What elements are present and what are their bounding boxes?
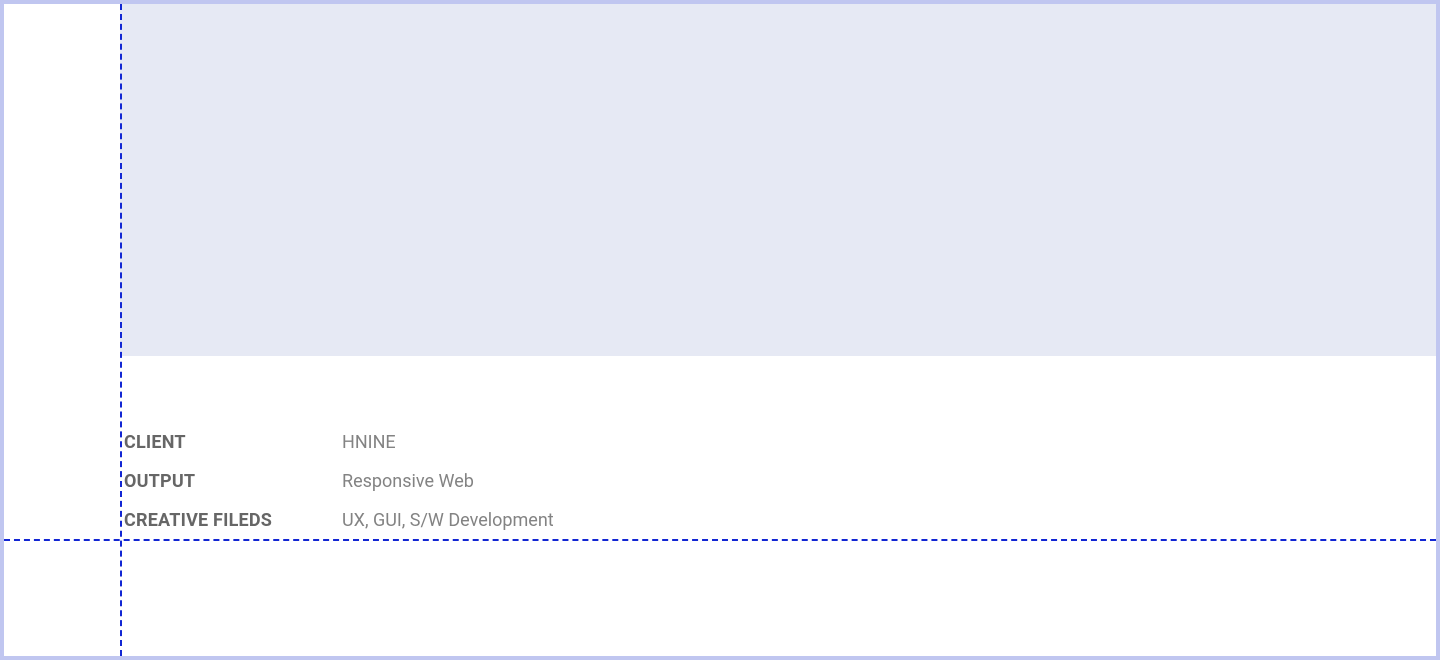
output-label: OUTPUT [124, 471, 342, 492]
info-row-output: OUTPUT Responsive Web [124, 471, 1420, 492]
creative-fields-value: UX, GUI, S/W Development [342, 510, 554, 531]
client-label: CLIENT [124, 432, 342, 453]
project-info-section: CLIENT HNINE OUTPUT Responsive Web CREAT… [124, 432, 1420, 549]
output-value: Responsive Web [342, 471, 474, 492]
content-placeholder-area [120, 4, 1436, 356]
client-value: HNINE [342, 432, 396, 453]
info-row-creative-fields: CREATIVE FILEDS UX, GUI, S/W Development [124, 510, 1420, 531]
creative-fields-label: CREATIVE FILEDS [124, 510, 342, 531]
info-row-client: CLIENT HNINE [124, 432, 1420, 453]
